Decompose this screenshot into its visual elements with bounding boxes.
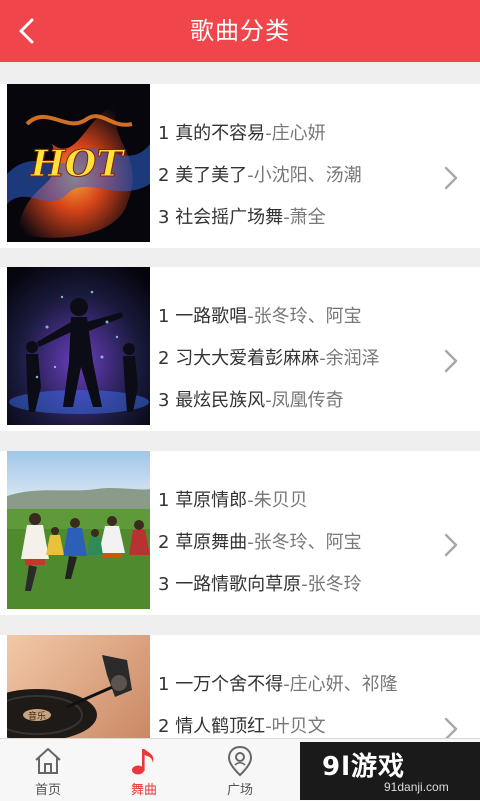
chevron-right-icon[interactable] <box>444 717 458 738</box>
tab-square[interactable]: 广场 <box>192 739 288 801</box>
location-pin-icon <box>227 745 253 777</box>
grassland-dance-image <box>7 451 150 609</box>
tab-dance-music[interactable]: 舞曲 <box>96 739 192 801</box>
song-list: 1 一万个舍不得-庄心妍、祁隆 2 情人鹤顶红-叶贝文 <box>158 671 398 738</box>
music-note-icon <box>132 749 154 775</box>
header-bar: 歌曲分类 <box>0 0 480 62</box>
category-card-hot[interactable]: HOT 1 真的不容易-庄心妍 2 美了美了-小沈阳、汤潮 3 社会摇广场舞-萧… <box>0 84 480 248</box>
song-item[interactable]: 1 草原情郎-朱贝贝 <box>158 487 362 529</box>
category-list[interactable]: HOT 1 真的不容易-庄心妍 2 美了美了-小沈阳、汤潮 3 社会摇广场舞-萧… <box>0 62 480 738</box>
svg-text:HOT: HOT <box>30 143 125 185</box>
song-item[interactable]: 3 一路情歌向草原-张冬玲 <box>158 571 362 613</box>
song-item[interactable]: 1 真的不容易-庄心妍 <box>158 120 362 162</box>
song-list: 1 草原情郎-朱贝贝 2 草原舞曲-张冬玲、阿宝 3 一路情歌向草原-张冬玲 <box>158 487 362 613</box>
watermark-logo-text: 9l游戏 <box>322 752 406 782</box>
tab-label: 首页 <box>34 783 61 798</box>
vinyl-record-image: 音乐 <box>7 635 150 738</box>
category-card-grassland[interactable]: 1 草原情郎-朱贝贝 2 草原舞曲-张冬玲、阿宝 3 一路情歌向草原-张冬玲 <box>0 451 480 615</box>
page-title: 歌曲分类 <box>190 17 290 45</box>
site-watermark: 9l游戏 91danji.com <box>300 742 480 800</box>
song-item[interactable]: 3 最炫民族风-凤凰传奇 <box>158 387 380 429</box>
hot-fire-image: HOT <box>7 84 150 242</box>
song-list: 1 一路歌唱-张冬玲、阿宝 2 习大大爱着彭麻麻-余润泽 3 最炫民族风-凤凰传… <box>158 303 380 429</box>
chevron-right-icon[interactable] <box>444 349 458 373</box>
song-item[interactable]: 1 一万个舍不得-庄心妍、祁隆 <box>158 671 398 713</box>
song-item[interactable]: 2 情人鹤顶红-叶贝文 <box>158 713 398 738</box>
tab-label: 广场 <box>226 783 253 798</box>
song-list: 1 真的不容易-庄心妍 2 美了美了-小沈阳、汤潮 3 社会摇广场舞-萧全 <box>158 120 362 246</box>
song-item[interactable]: 1 一路歌唱-张冬玲、阿宝 <box>158 303 380 345</box>
song-item[interactable]: 3 社会摇广场舞-萧全 <box>158 204 362 246</box>
dancers-image <box>7 267 150 425</box>
song-item[interactable]: 2 草原舞曲-张冬玲、阿宝 <box>158 529 362 571</box>
category-card-vinyl[interactable]: 音乐 1 一万个舍不得-庄心妍、祁隆 2 情人鹤顶红-叶贝文 <box>0 635 480 738</box>
tab-label: 舞曲 <box>130 783 157 798</box>
watermark-url: 91danji.com <box>384 780 449 794</box>
chevron-right-icon[interactable] <box>444 166 458 190</box>
song-item[interactable]: 2 美了美了-小沈阳、汤潮 <box>158 162 362 204</box>
tab-home[interactable]: 首页 <box>0 739 96 801</box>
svg-text:音乐: 音乐 <box>28 710 46 722</box>
category-card-dance[interactable]: 1 一路歌唱-张冬玲、阿宝 2 习大大爱着彭麻麻-余润泽 3 最炫民族风-凤凰传… <box>0 267 480 431</box>
home-icon <box>35 748 61 774</box>
chevron-right-icon[interactable] <box>444 533 458 557</box>
song-item[interactable]: 2 习大大爱着彭麻麻-余润泽 <box>158 345 380 387</box>
